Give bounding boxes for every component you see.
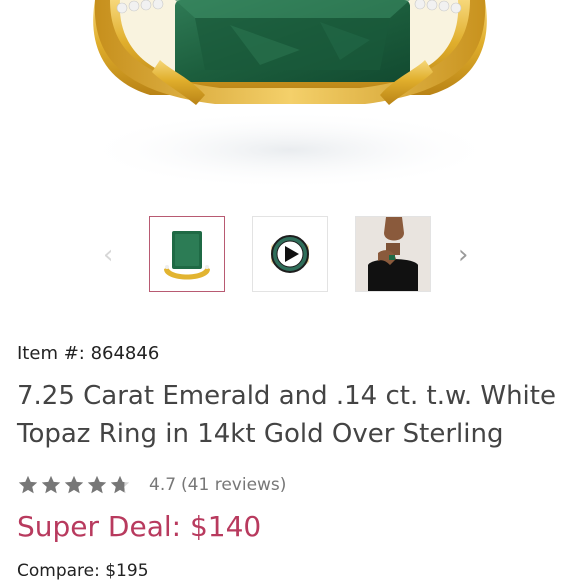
star-icon xyxy=(110,475,130,494)
ring-front-thumbnail[interactable] xyxy=(149,216,225,292)
reviews-link[interactable]: (41 reviews) xyxy=(181,475,286,495)
ring-image xyxy=(80,0,500,190)
item-number-label: Item #: xyxy=(17,343,85,364)
model-wearing-thumbnail[interactable] xyxy=(355,216,431,292)
deal-price: Super Deal: $140 xyxy=(17,510,262,543)
product-rating: 4.7 (41 reviews) xyxy=(17,472,286,498)
play-icon xyxy=(253,217,327,291)
rating-value: 4.7 xyxy=(149,475,177,495)
rating-stars xyxy=(17,474,131,496)
ring-thumbnail-image xyxy=(150,217,224,291)
video-play-thumbnail[interactable] xyxy=(252,216,328,292)
chevron-left-icon[interactable]: ‹ xyxy=(103,242,113,268)
compare-price: Compare: $195 xyxy=(17,561,149,581)
star-icon xyxy=(87,475,107,494)
star-icon xyxy=(41,475,61,494)
star-icon xyxy=(64,475,84,494)
product-title: 7.25 Carat Emerald and .14 ct. t.w. Whit… xyxy=(17,381,556,449)
product-main-image[interactable] xyxy=(0,0,579,200)
model-thumbnail-image xyxy=(356,217,430,291)
thumbnail-carousel: ‹ › xyxy=(0,216,579,296)
item-number-value: 864846 xyxy=(90,343,160,364)
item-number: Item #: 864846 xyxy=(17,343,159,364)
chevron-right-icon[interactable]: › xyxy=(458,242,468,268)
star-icon xyxy=(18,475,38,494)
